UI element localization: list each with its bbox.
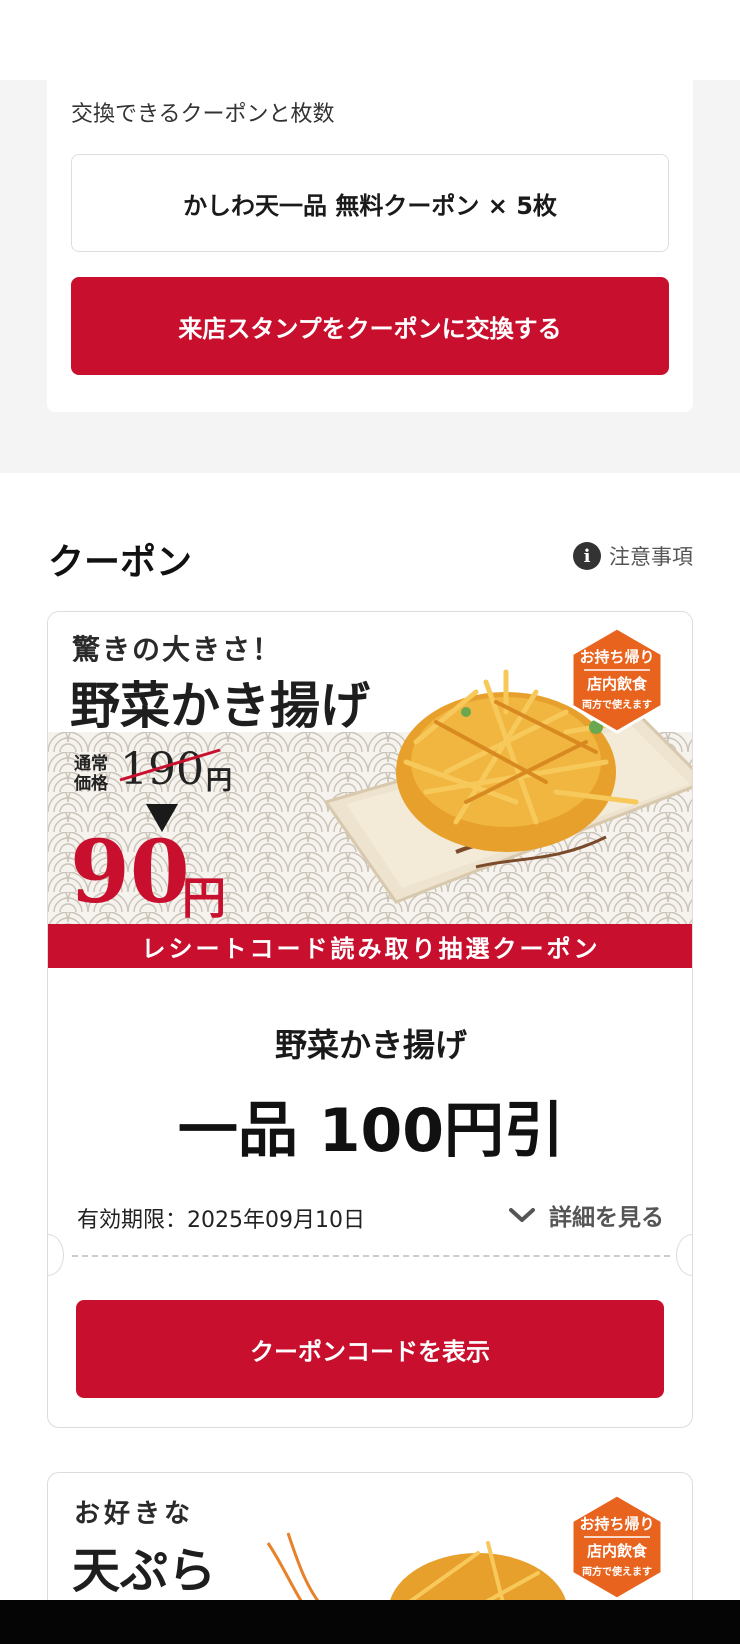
badge-both-text: 両方で使えます [582, 698, 652, 711]
sale-price: 90 [70, 822, 190, 923]
badge-dinein-text: 店内飲食 [587, 1542, 648, 1560]
system-navigation-bar [0, 1600, 740, 1644]
show-details-label: 詳細を見る [549, 1205, 664, 1231]
stamp-exchange-card: 交換できるクーポンと枚数 かしわ天一品 無料クーポン × 5枚 来店スタンプをク… [47, 80, 693, 412]
banner-product-name: 天ぷら [72, 1543, 217, 1599]
badge-takeout-text: お持ち帰り [579, 648, 654, 666]
notice-link[interactable]: i 注意事項 [573, 541, 693, 571]
ticket-notch-right [676, 1234, 692, 1276]
banner-catchphrase: 驚きの大きさ！ [72, 633, 283, 666]
banner-strip: レシートコード読み取り抽選クーポン [48, 924, 692, 968]
ticket-notch-left [48, 1234, 64, 1276]
coupon-banner-image: 驚きの大きさ！ 野菜かき揚げ 通常価格 190 円 90 円 お持ち帰り 店内飲… [48, 612, 692, 972]
stamp-heading: 交換できるクーポンと枚数 [71, 102, 335, 127]
show-details-toggle[interactable]: 詳細を見る [507, 1198, 664, 1232]
banner-product-name: 野菜かき揚げ [70, 676, 370, 735]
badge-dinein-text: 店内飲食 [587, 675, 648, 693]
coupon-expiry: 有効期限：2025年09月10日 [77, 1208, 365, 1233]
chevron-down-icon [509, 1208, 535, 1222]
sale-price-yen: 円 [182, 873, 226, 924]
notice-label: 注意事項 [609, 545, 693, 569]
ticket-perforation [72, 1255, 670, 1257]
coupon-discount: 一品 100円引 [177, 1096, 565, 1166]
takeout-dinein-badge: お持ち帰り 店内飲食 両方で使えます [570, 1493, 664, 1601]
coupon-section-title: クーポン [48, 542, 193, 583]
exchange-stamps-button[interactable]: 来店スタンプをクーポンに交換する [71, 277, 669, 375]
regular-price-label: 通常価格 [74, 754, 108, 794]
badge-takeout-text: お持ち帰り [579, 1515, 654, 1533]
regular-price-yen: 円 [206, 766, 233, 796]
badge-both-text: 両方で使えます [582, 1565, 652, 1578]
exchangeable-coupon-count: かしわ天一品 無料クーポン × 5枚 [71, 154, 669, 252]
top-spacer [0, 0, 740, 80]
show-coupon-code-button[interactable]: クーポンコードを表示 [76, 1300, 664, 1398]
coupon-card: 驚きの大きさ！ 野菜かき揚げ 通常価格 190 円 90 円 お持ち帰り 店内飲… [47, 611, 693, 1428]
banner-catchphrase: お好きな [74, 1499, 195, 1529]
takeout-dinein-badge: お持ち帰り 店内飲食 両方で使えます [570, 626, 664, 734]
coupon-item-name: 野菜かき揚げ [274, 1026, 467, 1064]
info-icon: i [573, 542, 601, 570]
